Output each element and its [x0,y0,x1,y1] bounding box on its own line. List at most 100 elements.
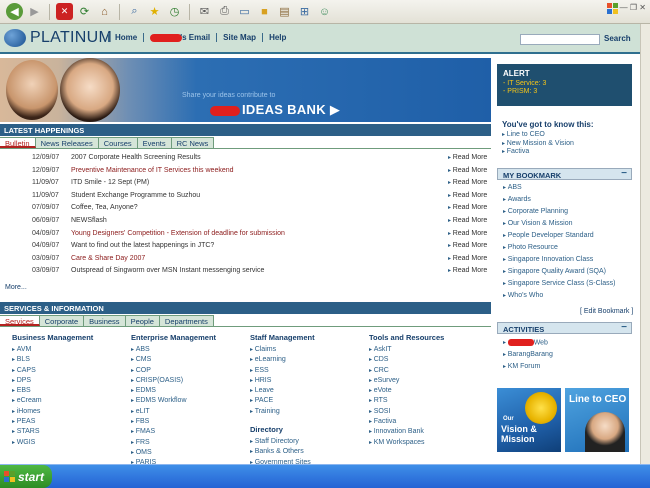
bookmark-item[interactable]: ABS [503,184,631,191]
edit-icon[interactable]: ▭ [236,3,253,20]
news-title[interactable]: ITD Smile - 12 Sept (PM) [71,179,149,186]
bookmark-item[interactable]: Who's Who [503,292,631,299]
history-icon[interactable]: ◷ [166,3,183,20]
collapse-icon[interactable]: − [621,168,627,179]
tab-services[interactable]: Services [0,315,40,326]
forward-icon[interactable]: ▶ [26,3,43,20]
vision-mission-ad[interactable]: Our Vision & Mission [497,388,561,452]
service-link[interactable]: HRIS [250,376,365,386]
news-title[interactable]: NEWSflash [71,217,107,224]
research-icon[interactable]: ▤ [276,3,293,20]
service-link[interactable]: CAPS [12,366,127,376]
activity-web[interactable]: Web [503,339,631,346]
read-more-link[interactable]: Read More [448,217,488,224]
news-title[interactable]: Young Designers' Competition - Extension… [71,230,285,237]
line-to-ceo-ad[interactable]: Line to CEO [565,388,629,452]
tab-events[interactable]: Events [137,137,172,148]
news-title[interactable]: Coffee, Tea, Anyone? [71,204,138,211]
news-title[interactable]: Student Exchange Programme to Suzhou [71,192,200,199]
read-more-link[interactable]: Read More [448,192,488,199]
service-link[interactable]: eLIT [131,407,246,417]
service-link[interactable]: ABS [131,345,246,355]
home-icon[interactable]: ⌂ [96,3,113,20]
alert-it-service[interactable]: - IT Service: 3 [503,80,626,88]
service-link[interactable]: eVote [369,386,484,396]
tab-rc-news[interactable]: RC News [171,137,215,148]
bookmark-item[interactable]: Singapore Innovation Class [503,256,631,263]
activity-item[interactable]: BarangBarang [503,351,631,358]
tab-departments[interactable]: Departments [159,315,214,326]
service-link[interactable]: SOSI [369,407,484,417]
know-item[interactable]: New Mission & Vision [502,140,632,149]
service-link[interactable]: RTS [369,396,484,406]
tab-bulletin[interactable]: Bulletin [0,137,36,148]
back-icon[interactable]: ◀ [6,3,23,20]
messenger-icon[interactable]: ☺ [316,3,333,20]
service-link[interactable]: AVM [12,345,127,355]
search-input[interactable] [520,34,600,45]
service-link[interactable]: Claims [250,345,365,355]
favorites-icon[interactable]: ★ [146,3,163,20]
bookmark-item[interactable]: Photo Resource [503,244,631,251]
start-button[interactable]: start [0,465,52,488]
service-link[interactable]: FBS [131,417,246,427]
brand-logo[interactable]: PLATINUM [4,29,112,47]
service-link[interactable]: WGIS [12,438,127,448]
service-link[interactable]: eCream [12,396,127,406]
news-title[interactable]: Preventive Maintenance of IT Services th… [71,167,234,174]
service-link[interactable]: BLS [12,355,127,365]
activity-item[interactable]: KM Forum [503,363,631,370]
service-link[interactable]: AskIT [369,345,484,355]
more-link[interactable]: More... [5,284,27,291]
service-link[interactable]: eLearning [250,355,365,365]
folder-icon[interactable]: ■ [256,3,273,20]
alert-prism[interactable]: - PRISM: 3 [503,88,626,96]
search-icon[interactable]: ⌕ [126,3,143,20]
service-link[interactable]: EDMS Workflow [131,396,246,406]
service-link[interactable]: CDS [369,355,484,365]
bookmark-item[interactable]: Awards [503,196,631,203]
service-link[interactable]: CRISP(OASIS) [131,376,246,386]
read-more-link[interactable]: Read More [448,167,488,174]
stop-icon[interactable]: ✕ [56,3,73,20]
service-link[interactable]: eSurvey [369,376,484,386]
bookmark-item[interactable]: Corporate Planning [503,208,631,215]
service-link[interactable]: KM Workspaces [369,438,484,448]
bookmark-item[interactable]: Singapore Service Class (S-Class) [503,280,631,287]
tab-courses[interactable]: Courses [98,137,138,148]
read-more-link[interactable]: Read More [448,267,488,274]
service-link[interactable]: PACE [250,396,365,406]
news-title[interactable]: Want to find out the latest happenings i… [71,242,214,249]
read-more-link[interactable]: Read More [448,179,488,186]
nav-help[interactable]: Help [262,33,292,42]
know-item[interactable]: Factiva [502,148,632,157]
print-icon[interactable]: ⎙ [216,3,233,20]
service-link[interactable]: COP [131,366,246,376]
mail-icon[interactable]: ✉ [196,3,213,20]
refresh-icon[interactable]: ⟳ [76,3,93,20]
news-title[interactable]: Outspread of Singworm over MSN Instant m… [71,267,264,274]
search-button[interactable]: Search [604,34,631,43]
service-link[interactable]: EDMS [131,386,246,396]
tab-people[interactable]: People [125,315,160,326]
service-link[interactable]: Staff Directory [250,437,365,447]
read-more-link[interactable]: Read More [448,255,488,262]
read-more-link[interactable]: Read More [448,230,488,237]
nav-home[interactable]: Home [108,33,143,42]
news-title[interactable]: Care & Share Day 2007 [71,255,145,262]
service-link[interactable]: iHomes [12,407,127,417]
know-item[interactable]: Line to CEO [502,131,632,140]
service-link[interactable]: FRS [131,438,246,448]
service-link[interactable]: CMS [131,355,246,365]
service-link[interactable]: Leave [250,386,365,396]
tab-corporate[interactable]: Corporate [39,315,85,326]
service-link[interactable]: Factiva [369,417,484,427]
edit-bookmark-link[interactable]: [ Edit Bookmark ] [580,308,633,315]
bookmark-item[interactable]: People Developer Standard [503,232,631,239]
tab-news-releases[interactable]: News Releases [35,137,99,148]
service-link[interactable]: OMS [131,448,246,458]
service-link[interactable]: DPS [12,376,127,386]
tab-business[interactable]: Business [84,315,126,326]
service-link[interactable]: Innovation Bank [369,427,484,437]
nav-sitemap[interactable]: Site Map [216,33,262,42]
